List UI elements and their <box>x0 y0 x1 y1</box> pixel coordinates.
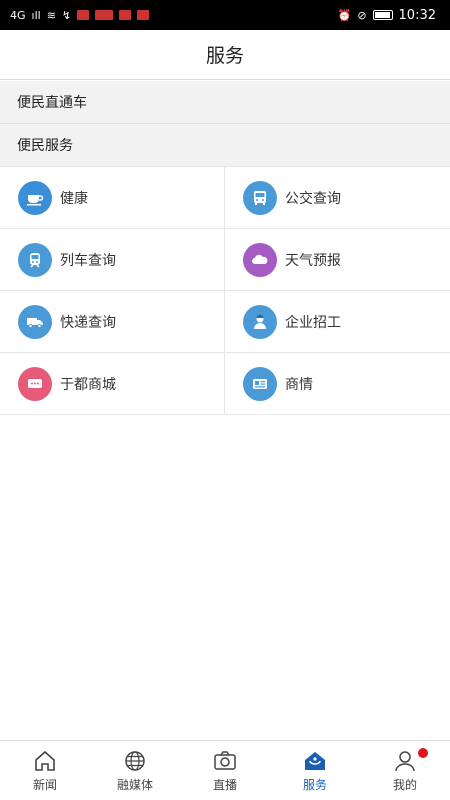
globe-icon <box>125 751 145 771</box>
nav-item-live[interactable]: 直播 <box>180 741 270 800</box>
service-label: 快递查询 <box>60 314 116 331</box>
service-item-train[interactable]: 列车查询 <box>0 229 225 291</box>
page-title: 服务 <box>205 45 244 67</box>
section-header-direct[interactable]: 便民直通车 <box>0 81 450 124</box>
notification-app-icon <box>95 10 114 20</box>
notification-app-icon <box>119 10 132 20</box>
service-item-business[interactable]: 商情 <box>225 353 450 415</box>
service-label: 列车查询 <box>60 252 116 269</box>
bottom-nav: 新闻 融媒体 直播 服务 我的 <box>0 740 450 800</box>
mute-icon: ⊘ <box>357 8 367 22</box>
home-icon <box>35 750 55 771</box>
service-label: 商情 <box>285 376 313 393</box>
nav-label: 融媒体 <box>116 778 153 792</box>
notification-app-icon <box>77 10 90 20</box>
nav-item-mine[interactable]: 我的 <box>360 741 450 800</box>
user-icon <box>395 751 415 772</box>
battery-icon <box>372 10 393 20</box>
nav-label: 服务 <box>302 778 327 792</box>
nav-label: 直播 <box>212 778 237 792</box>
status-time: 10:32 <box>398 7 436 23</box>
nav-item-media[interactable]: 融媒体 <box>90 741 180 800</box>
nav-label: 我的 <box>392 778 417 792</box>
section-header-services: 便民服务 <box>0 124 450 167</box>
service-item-weather[interactable]: 天气预报 <box>225 229 450 291</box>
signal-icon: ıll <box>31 8 41 22</box>
service-item-recruit[interactable]: 企业招工 <box>225 291 450 353</box>
nav-label: 新闻 <box>32 778 57 792</box>
wifi-icon: ≋ <box>46 8 56 22</box>
nav-item-service[interactable]: 服务 <box>270 741 360 800</box>
weather-cloud-icon <box>243 242 277 277</box>
service-item-bus[interactable]: 公交查询 <box>225 167 450 229</box>
service-item-mall[interactable]: 于都商城 <box>0 353 225 415</box>
section-label: 便民直通车 <box>17 95 87 111</box>
notification-app-icon <box>137 10 150 20</box>
status-left: 4G ıll ≋ ↯ <box>10 8 150 22</box>
service-grid: 健康 公交查询 列车查询 天气预报 快递查询 企业招工 于都商城 商情 <box>0 167 450 415</box>
status-right: ⏰ ⊘ 10:32 <box>338 8 436 23</box>
camera-icon <box>214 751 236 770</box>
network-type-icon: 4G <box>10 8 26 22</box>
worker-icon <box>243 304 277 339</box>
train-icon <box>18 242 52 277</box>
notification-badge <box>418 748 428 758</box>
nav-item-news[interactable]: 新闻 <box>0 741 90 800</box>
service-icon <box>305 752 325 770</box>
service-label: 健康 <box>60 190 88 207</box>
newspaper-icon <box>243 366 277 401</box>
service-label: 公交查询 <box>285 190 341 207</box>
section-label: 便民服务 <box>17 138 73 154</box>
page-header: 服务 <box>0 30 450 80</box>
service-label: 于都商城 <box>60 376 116 393</box>
service-label: 企业招工 <box>285 314 341 331</box>
alarm-icon: ⏰ <box>337 8 352 22</box>
usb-icon: ↯ <box>61 8 72 22</box>
delivery-truck-icon <box>18 304 52 339</box>
service-item-health[interactable]: 健康 <box>0 167 225 229</box>
shop-chat-icon <box>18 366 52 401</box>
coffee-cup-icon <box>18 180 52 215</box>
bus-icon <box>243 180 277 215</box>
service-item-express[interactable]: 快递查询 <box>0 291 225 353</box>
service-label: 天气预报 <box>285 252 341 269</box>
status-bar: 4G ıll ≋ ↯ ⏰ ⊘ 10:32 <box>0 0 450 30</box>
